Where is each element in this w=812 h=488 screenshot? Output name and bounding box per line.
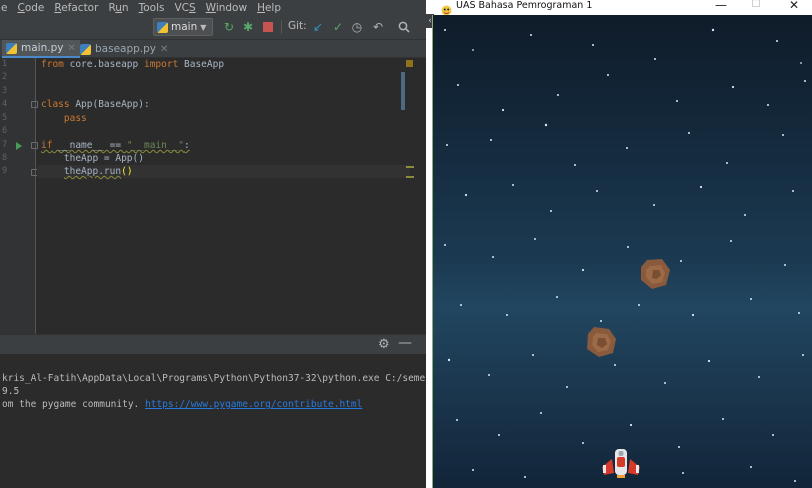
fold-icon[interactable] bbox=[31, 101, 38, 108]
maximize-window-button[interactable]: ☐ bbox=[746, 0, 766, 10]
menu-bar: e Code Refactor Run Tools VCS Window Help bbox=[0, 0, 426, 15]
python-file-icon bbox=[80, 43, 91, 55]
chevron-down-icon: ▼ bbox=[200, 22, 207, 32]
code-line-4: class App(BaseApp): bbox=[41, 99, 150, 110]
line-number: 9 bbox=[2, 166, 8, 176]
line-number: 2 bbox=[2, 72, 8, 82]
search-icon[interactable] bbox=[396, 19, 412, 35]
code-line-8: theApp = App() bbox=[41, 153, 144, 164]
python-file-icon bbox=[6, 42, 17, 54]
close-icon[interactable]: ✕ bbox=[160, 44, 168, 55]
gear-icon[interactable]: ⚙ bbox=[378, 337, 390, 352]
minimize-window-button[interactable]: — bbox=[711, 0, 731, 12]
menu-item-help[interactable]: Help bbox=[252, 2, 286, 14]
tab-label: main.py bbox=[21, 42, 64, 54]
line-number: 5 bbox=[2, 113, 8, 123]
python-icon bbox=[157, 21, 168, 33]
code-line-5: pass bbox=[63, 113, 87, 124]
asteroid bbox=[641, 259, 670, 289]
editor-scrollbar[interactable] bbox=[401, 72, 405, 110]
player-spaceship bbox=[602, 449, 640, 478]
line-number: 7 bbox=[2, 140, 8, 150]
ide-window: e Code Refactor Run Tools VCS Window Help main … bbox=[0, 0, 426, 488]
close-icon[interactable]: ✕ bbox=[67, 43, 75, 54]
game-canvas[interactable] bbox=[433, 15, 812, 488]
warning-stripe[interactable] bbox=[406, 166, 414, 168]
run-panel-header: ⚙ — bbox=[0, 334, 426, 354]
game-canvas-frame bbox=[432, 15, 812, 488]
code-line-7: if __name__ == "__main__": bbox=[41, 140, 190, 151]
menu-item-tools[interactable]: Tools bbox=[134, 2, 170, 14]
console-line: 9.5 bbox=[2, 386, 20, 397]
vcs-commit-icon[interactable]: ✓ bbox=[330, 19, 346, 35]
history-icon[interactable]: ◷ bbox=[349, 19, 365, 35]
line-number: 3 bbox=[2, 86, 8, 96]
starfield bbox=[444, 28, 806, 482]
code-line-1: from core.baseapp import BaseApp bbox=[41, 59, 225, 70]
close-window-button[interactable]: ✕ bbox=[784, 0, 804, 12]
line-number: 8 bbox=[2, 153, 8, 163]
console-line: om the pygame community. https://www.pyg… bbox=[2, 399, 362, 410]
menu-item-code[interactable]: Code bbox=[12, 2, 49, 14]
window-title: UAS Bahasa Pemrograman 1 bbox=[456, 0, 593, 11]
toolbar-separator bbox=[281, 20, 282, 34]
run-console[interactable]: kris_Al-Fatih\AppData\Local\Programs\Pyt… bbox=[0, 354, 426, 488]
run-config-label: main bbox=[171, 21, 198, 33]
console-line: kris_Al-Fatih\AppData\Local\Programs\Pyt… bbox=[2, 373, 426, 384]
line-number: 1 bbox=[2, 59, 8, 69]
tab-main-py[interactable]: main.py ✕ bbox=[2, 40, 80, 58]
tab-label: baseapp.py bbox=[95, 43, 157, 55]
game-window: UAS Bahasa Pemrograman 1 — ☐ ✕ ‹ bbox=[426, 0, 812, 488]
run-config-select[interactable]: main ▼ bbox=[153, 18, 213, 36]
warning-stripe[interactable] bbox=[406, 176, 414, 178]
vcs-update-icon[interactable]: ↙ bbox=[310, 19, 326, 35]
git-label: Git: bbox=[288, 20, 307, 32]
run-gutter-icon[interactable] bbox=[16, 142, 22, 150]
menu-item-window[interactable]: Window bbox=[201, 2, 252, 14]
fold-icon[interactable] bbox=[31, 142, 38, 149]
toolbar: main ▼ ↻ ✱ Git: ↙ ✓ ◷ ↶ bbox=[0, 15, 426, 40]
tab-baseapp-py[interactable]: baseapp.py ✕ bbox=[76, 40, 172, 58]
revert-icon[interactable]: ↶ bbox=[370, 19, 386, 35]
pygame-contribute-link[interactable]: https://www.pygame.org/contribute.html bbox=[145, 399, 362, 410]
stop-icon[interactable] bbox=[260, 19, 276, 35]
menu-item-run[interactable]: Run bbox=[103, 2, 133, 14]
line-number: 4 bbox=[2, 99, 8, 109]
menu-item-e[interactable]: e bbox=[0, 2, 12, 14]
warning-marker[interactable] bbox=[406, 60, 413, 67]
code-editor[interactable]: 1 2 3 4 5 6 7 8 9 from core.baseapp impo… bbox=[0, 58, 414, 334]
rerun-icon[interactable]: ↻ bbox=[221, 19, 237, 35]
debug-icon[interactable]: ✱ bbox=[240, 19, 256, 35]
menu-item-vcs[interactable]: VCS bbox=[169, 2, 200, 14]
console-text: om the pygame community. bbox=[2, 399, 145, 410]
code-line-9: theApp.run() bbox=[63, 166, 133, 177]
minimize-panel-icon[interactable]: — bbox=[398, 335, 412, 351]
asteroid bbox=[587, 327, 616, 357]
window-title-bar[interactable]: UAS Bahasa Pemrograman 1 — ☐ ✕ bbox=[426, 0, 812, 16]
editor-tabs: main.py ✕ baseapp.py ✕ bbox=[0, 40, 426, 58]
menu-item-refactor[interactable]: Refactor bbox=[49, 2, 103, 14]
line-number: 6 bbox=[2, 126, 8, 136]
line-number-gutter: 1 2 3 4 5 6 7 8 9 bbox=[0, 58, 36, 334]
